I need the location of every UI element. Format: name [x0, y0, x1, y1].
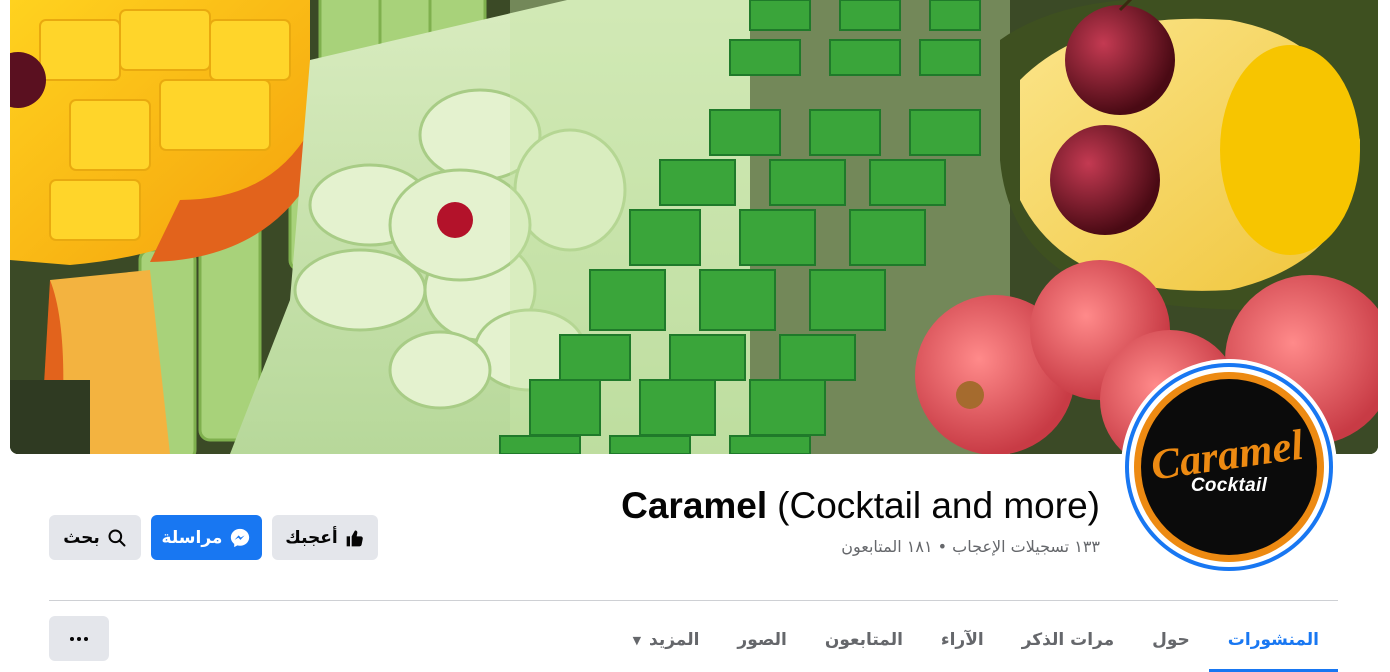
- profile-picture[interactable]: Caramel Cocktail: [1121, 359, 1337, 575]
- tab-label: الصور: [737, 630, 787, 650]
- like-button[interactable]: أعجبك: [272, 515, 378, 560]
- message-label: مراسلة: [161, 527, 223, 548]
- search-label: بحث: [63, 527, 100, 548]
- tab-photos[interactable]: الصور: [718, 618, 805, 662]
- tab-label: مرات الذكر: [1021, 630, 1115, 650]
- message-button[interactable]: مراسلة: [151, 515, 262, 560]
- tab-followers[interactable]: المتابعون: [806, 618, 922, 662]
- search-icon: [108, 529, 126, 546]
- thumbs-up-icon: [346, 530, 363, 546]
- caramel-logo-core: Caramel Cocktail: [1141, 379, 1317, 555]
- tab-reviews[interactable]: الآراء: [922, 618, 1003, 662]
- tab-label: حول: [1152, 630, 1190, 650]
- page-title: Caramel (Cocktail and more): [621, 485, 1100, 527]
- more-options-button[interactable]: [49, 616, 109, 661]
- tab-more[interactable]: المزيد ▼: [614, 618, 719, 662]
- tab-posts[interactable]: المنشورات: [1208, 618, 1339, 672]
- messenger-icon: [231, 528, 250, 547]
- profile-picture-gap: Caramel Cocktail: [1129, 367, 1329, 567]
- caret-down-icon: ▼: [632, 633, 642, 647]
- tab-label: الآراء: [940, 630, 984, 650]
- logo-subtext: Cocktail: [1190, 475, 1268, 496]
- ellipsis-icon: [77, 636, 81, 641]
- tab-mentions[interactable]: مرات الذكر: [1003, 618, 1133, 662]
- tab-label: المنشورات: [1227, 630, 1319, 650]
- caramel-logo-graphic: Caramel: [1148, 422, 1306, 490]
- tab-label: المتابعون: [824, 630, 903, 650]
- caramel-logo: Caramel Cocktail: [1134, 372, 1324, 562]
- page-subtitle: (Cocktail and more): [777, 485, 1100, 526]
- like-label: أعجبك: [285, 527, 338, 548]
- ellipsis-icon: [84, 636, 88, 641]
- tab-label: المزيد: [649, 630, 700, 650]
- search-button[interactable]: بحث: [49, 515, 141, 560]
- profile-picture-ring: Caramel Cocktail: [1125, 363, 1333, 571]
- tab-about[interactable]: حول: [1133, 618, 1209, 662]
- page-tabs: المنشورات حول مرات الذكر الآراء المتابعو…: [614, 618, 1339, 672]
- header-divider: [49, 600, 1338, 601]
- ellipsis-icon: [70, 636, 74, 641]
- page-stats[interactable]: ١٣٣ تسجيلات الإعجاب • ١٨١ المتابعون: [841, 537, 1100, 556]
- page-name[interactable]: Caramel: [621, 485, 767, 526]
